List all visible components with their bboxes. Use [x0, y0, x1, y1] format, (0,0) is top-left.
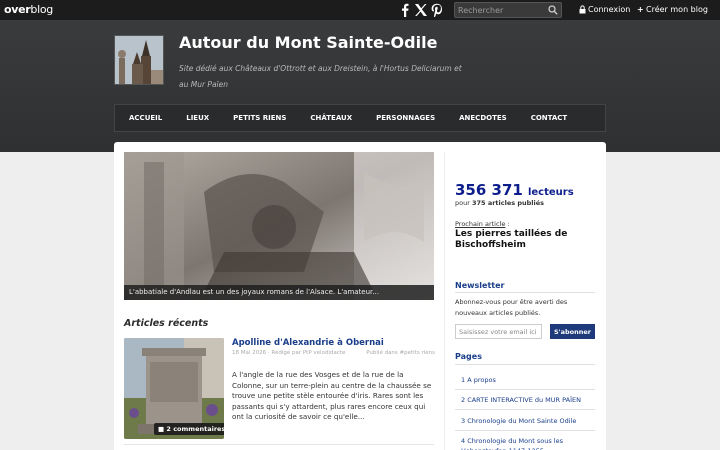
- nav-item-personnages[interactable]: PERSONNAGES: [362, 114, 445, 122]
- divider: [455, 409, 595, 410]
- nav-item-chateaux[interactable]: CHÂTEAUX: [296, 114, 362, 122]
- facebook-icon[interactable]: [398, 3, 412, 17]
- readers-label: lecteurs: [527, 187, 574, 198]
- nav-item-contact[interactable]: CONTACT: [517, 114, 578, 122]
- next-article-label: Prochain article :: [455, 220, 510, 228]
- article-date: 18 Mai 2026: [232, 350, 267, 356]
- article-title[interactable]: Apolline d'Alexandrie à Obernai: [232, 338, 384, 348]
- article-meta: 18 Mai 2026 · Rédigé par PtP velodidacte…: [232, 350, 435, 356]
- article-category[interactable]: Publié dans #petits riens: [366, 350, 435, 356]
- lock-icon: [579, 5, 586, 14]
- church-tower-image: [115, 36, 163, 84]
- search-box[interactable]: [454, 2, 562, 18]
- divider: [455, 430, 595, 431]
- content-card: L'abbatiale d'Andlau est un des joyaux r…: [114, 142, 606, 450]
- page-link[interactable]: 3 Chronologie du Mont Sainte Odile: [461, 416, 595, 426]
- login-link[interactable]: Connexion: [588, 5, 630, 14]
- article-thumbnail[interactable]: ■ 2 commentaires: [124, 338, 224, 439]
- readers-stat: 356 371 lecteurs: [455, 180, 574, 199]
- article-author[interactable]: Rédigé par PtP velodidacte: [271, 350, 345, 356]
- top-bar: overblog Connexion + Créer mon blog: [0, 0, 720, 20]
- subscribe-button[interactable]: S'abonner: [550, 324, 595, 339]
- divider: [124, 444, 434, 445]
- comment-icon: ■: [158, 425, 165, 433]
- page-link[interactable]: 2 CARTE INTERACTIVE du MUR PAÏEN: [461, 395, 595, 405]
- page-link[interactable]: 1 A propos: [461, 375, 595, 385]
- featured-caption[interactable]: L'abbatiale d'Andlau est un des joyaux r…: [124, 285, 434, 300]
- pages-heading: Pages: [455, 352, 482, 361]
- comments-badge[interactable]: ■ 2 commentaires: [154, 423, 224, 435]
- readers-count: 356 371: [455, 181, 523, 199]
- nav-item-anecdotes[interactable]: ANECDOTES: [445, 114, 517, 122]
- blog-header: Autour du Mont Sainte-Odile Site dédié a…: [0, 20, 720, 152]
- blog-avatar[interactable]: [114, 35, 164, 85]
- main-nav: ACCUEIL LIEUX PETITS RIENS CHÂTEAUX PERS…: [114, 104, 606, 132]
- divider: [455, 364, 595, 365]
- page-link[interactable]: 4 Chronologie du Mont sous les Hohenstau…: [461, 436, 595, 450]
- blog-subtitle: Site dédié aux Châteaux d'Ottrott et aux…: [179, 64, 462, 89]
- search-icon[interactable]: [548, 5, 558, 15]
- newsletter-email-input[interactable]: [455, 324, 542, 339]
- nav-item-accueil[interactable]: ACCUEIL: [115, 114, 172, 122]
- sidebar-separator: [444, 152, 445, 450]
- search-input[interactable]: [458, 4, 548, 17]
- newsletter-heading: Newsletter: [455, 281, 505, 290]
- newsletter-text: Abonnez-vous pour être averti des nouvea…: [455, 298, 568, 317]
- blog-title[interactable]: Autour du Mont Sainte-Odile: [179, 33, 437, 52]
- overblog-logo[interactable]: overblog: [4, 3, 53, 16]
- next-article-title[interactable]: Les pierres taillées de Bischoffsheim: [455, 229, 595, 251]
- recent-articles-heading: Articles récents: [124, 318, 209, 329]
- plus-icon: +: [637, 5, 644, 14]
- x-icon[interactable]: [414, 3, 428, 17]
- pinterest-icon[interactable]: [430, 3, 444, 17]
- featured-article[interactable]: L'abbatiale d'Andlau est un des joyaux r…: [124, 152, 434, 300]
- create-blog-link[interactable]: Créer mon blog: [646, 5, 708, 14]
- divider: [455, 292, 595, 293]
- nav-item-petits-riens[interactable]: PETITS RIENS: [219, 114, 296, 122]
- featured-image: [124, 152, 434, 300]
- articles-count: pour 375 articles publiés: [455, 199, 545, 207]
- nav-item-lieux[interactable]: LIEUX: [172, 114, 219, 122]
- divider: [455, 389, 595, 390]
- article-excerpt: A l'angle de la rue des Vosges et de la …: [232, 370, 432, 421]
- comments-count: 2 commentaires: [166, 425, 224, 433]
